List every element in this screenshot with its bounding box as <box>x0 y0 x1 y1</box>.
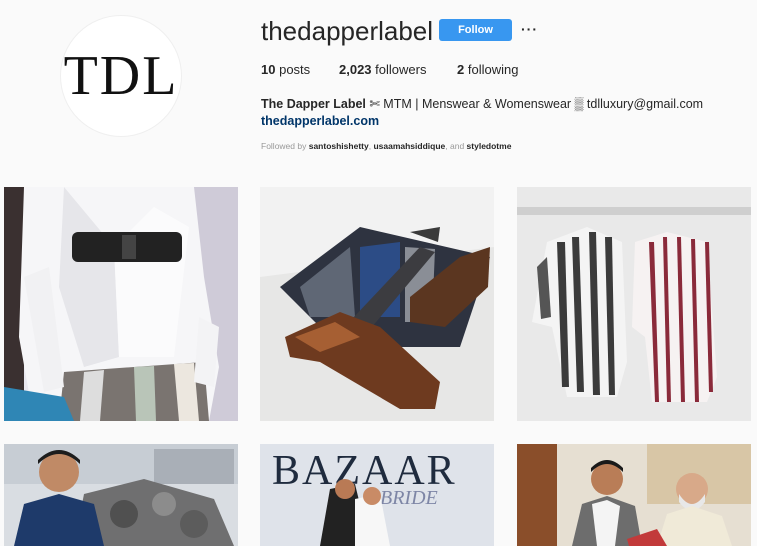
post-image <box>4 444 238 546</box>
bio-description: ✄ MTM | Menswear & Womenswear ▒ tdlluxur… <box>365 97 704 111</box>
profile-username: thedapperlabel <box>261 16 434 46</box>
bride-subtitle-text: BRIDE <box>380 487 438 509</box>
post-tile-bazaar-bride[interactable]: BAZAAR BRIDE <box>260 444 494 546</box>
followers-label: followers <box>375 62 427 77</box>
post-tile-two-men[interactable] <box>517 444 751 546</box>
bio-line: The Dapper Label ✄ MTM | Menswear & Wome… <box>261 96 703 111</box>
followers-stat[interactable]: 2,023 followers <box>339 62 426 77</box>
followers-count: 2,023 <box>339 62 372 77</box>
followed-by: Followed by santoshishetty, usaamahsiddi… <box>261 141 511 151</box>
post-image <box>260 187 494 421</box>
following-count: 2 <box>457 62 465 77</box>
avatar-logo-text: TDL <box>63 45 179 107</box>
followed-by-user[interactable]: usaamahsiddique <box>373 141 445 151</box>
follow-button[interactable]: Follow <box>439 19 512 41</box>
post-image <box>4 187 238 421</box>
following-label: following <box>467 62 519 77</box>
post-image: BAZAAR BRIDE <box>260 444 494 546</box>
posts-label: posts <box>279 62 311 77</box>
bio-website-link[interactable]: thedapperlabel.com <box>261 114 379 128</box>
post-tile-striped-shirts[interactable] <box>517 187 751 421</box>
posts-count: 10 <box>261 62 276 77</box>
post-tile-shoes-swatches[interactable] <box>260 187 494 421</box>
followed-by-user[interactable]: styledotme <box>467 141 512 151</box>
posts-stat: 10 posts <box>261 62 310 77</box>
post-image <box>517 444 751 546</box>
followed-by-prefix: Followed by <box>261 141 309 151</box>
post-image <box>517 187 751 421</box>
more-options-icon[interactable]: ··· <box>521 20 538 38</box>
followed-by-user[interactable]: santoshishetty <box>309 141 369 151</box>
bio-full-name: The Dapper Label <box>261 97 366 111</box>
following-stat[interactable]: 2 following <box>457 62 518 77</box>
followed-by-separator: , and <box>445 141 467 151</box>
post-tile-man-sculpture[interactable] <box>4 444 238 546</box>
post-tile-white-blazer[interactable] <box>4 187 238 421</box>
profile-avatar[interactable]: TDL <box>60 15 182 137</box>
